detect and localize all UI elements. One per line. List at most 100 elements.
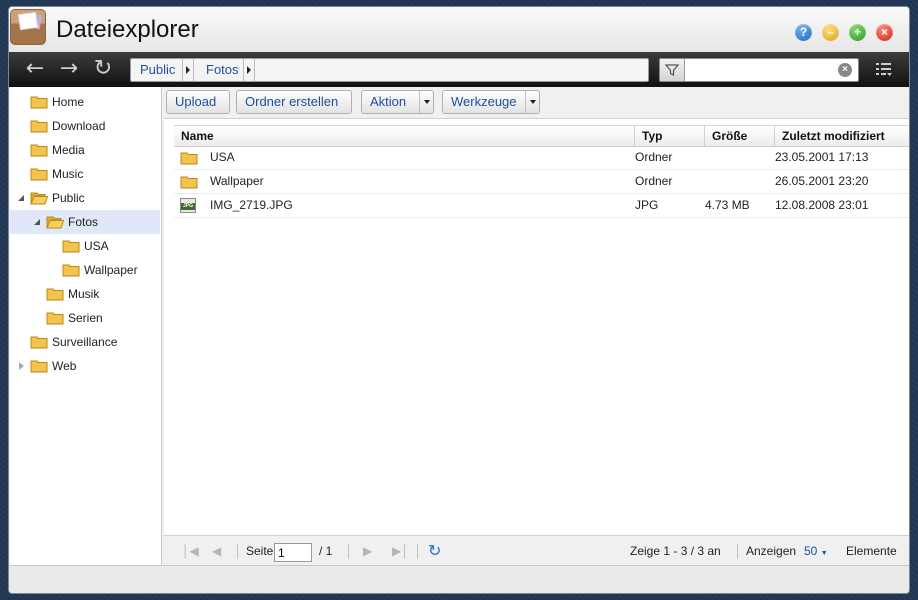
file-name: IMG_2719.JPG [210, 198, 293, 212]
tree-item-label: Fotos [68, 215, 99, 229]
status-bar [9, 565, 909, 593]
close-icon[interactable]: × [876, 24, 893, 41]
column-header-type[interactable]: Typ [635, 126, 705, 147]
tree-item-wallpaper[interactable]: Wallpaper [10, 258, 160, 282]
page-label: Seite [246, 544, 274, 558]
show-label: Anzeigen [746, 544, 797, 558]
next-page-icon[interactable]: ▶ [363, 536, 372, 566]
file-modified: 23.05.2001 17:13 [775, 150, 869, 164]
collapsed-arrow-icon[interactable] [19, 362, 24, 370]
refresh-icon[interactable]: ↻ [89, 56, 117, 82]
clear-search-icon[interactable]: × [838, 63, 852, 77]
minimize-icon[interactable]: – [822, 24, 839, 41]
open-folder-icon [30, 192, 48, 205]
search-input[interactable] [687, 60, 832, 80]
tree-item-fotos[interactable]: Fotos [10, 210, 160, 234]
divider [237, 544, 238, 559]
column-header-name[interactable]: Name [174, 126, 635, 147]
tree-item-media[interactable]: Media [10, 138, 160, 162]
back-arrow-icon[interactable]: ← [21, 56, 49, 82]
file-type: Ordner [635, 174, 673, 188]
jpg-file-icon: JPG [180, 198, 196, 213]
tree-item-public[interactable]: Public [10, 186, 160, 210]
tree-item-label: Media [52, 143, 85, 157]
divider [737, 544, 738, 559]
tree-item-musik[interactable]: Musik [10, 282, 160, 306]
action-menu-label: Aktion [370, 94, 407, 109]
paging-summary: Zeige 1 - 3 / 3 an [630, 544, 721, 558]
tree-item-music[interactable]: Music [10, 162, 160, 186]
last-page-icon[interactable]: ▶│ [392, 536, 409, 566]
tree-item-serien[interactable]: Serien [10, 306, 160, 330]
filter-icon[interactable] [660, 59, 685, 81]
maximize-icon[interactable]: + [849, 24, 866, 41]
tree-item-download[interactable]: Download [10, 114, 160, 138]
page-number-input[interactable] [274, 543, 312, 562]
refresh-list-icon[interactable]: ↻ [428, 536, 441, 566]
folder-icon [180, 152, 198, 165]
folder-icon [62, 264, 80, 277]
tools-menu-label: Werkzeuge [451, 94, 517, 109]
tree-item-label: Wallpaper [84, 263, 138, 277]
file-name: USA [210, 150, 235, 164]
file-name: Wallpaper [210, 174, 264, 188]
expanded-arrow-icon[interactable] [34, 219, 40, 225]
column-header-size[interactable]: Größe [705, 126, 775, 147]
tree-item-label: Public [52, 191, 85, 205]
previous-page-icon[interactable]: ◀ [212, 536, 221, 566]
help-icon[interactable]: ? [795, 24, 812, 41]
action-menu-button[interactable]: Aktion [361, 90, 434, 114]
breadcrumb-separator-icon[interactable] [182, 59, 194, 81]
divider [417, 544, 418, 559]
divider [348, 544, 349, 559]
tree-item-label: Musik [68, 287, 100, 301]
tree-item-label: USA [84, 239, 109, 253]
title-bar: Dateiexplorer ? – + × [9, 7, 909, 52]
column-header-modified[interactable]: Zuletzt modifiziert [775, 126, 909, 147]
breadcrumb-separator-icon[interactable] [243, 59, 255, 81]
folder-tree: Home Download Media Music Public Fotos U… [10, 87, 162, 565]
forward-arrow-icon[interactable]: → [55, 56, 83, 82]
file-explorer-window: Dateiexplorer ? – + × ← → ↻ Public Fotos… [8, 6, 910, 594]
breadcrumb-item-public[interactable]: Public [140, 59, 175, 81]
folder-icon [46, 288, 64, 301]
upload-button[interactable]: Upload [166, 90, 230, 114]
page-total: / 1 [319, 544, 333, 558]
table-row[interactable]: Wallpaper Ordner 26.05.2001 23:20 [174, 170, 909, 194]
file-size: 4.73 MB [705, 198, 750, 212]
dropdown-arrow-icon[interactable] [419, 91, 433, 113]
tree-item-label: Music [52, 167, 84, 181]
app-icon [10, 9, 46, 45]
first-page-icon[interactable]: │◀ [182, 536, 199, 566]
folder-icon [30, 120, 48, 133]
view-options-icon[interactable] [875, 61, 893, 79]
items-label: Elemente [846, 544, 897, 558]
window-title: Dateiexplorer [56, 16, 199, 43]
tree-item-label: Serien [68, 311, 103, 325]
action-bar: Upload Ordner erstellen Aktion Werkzeuge [164, 87, 909, 119]
folder-icon [62, 240, 80, 253]
dropdown-arrow-icon[interactable] [525, 91, 539, 113]
folder-icon [30, 144, 48, 157]
search-box: × [659, 58, 859, 82]
create-folder-button[interactable]: Ordner erstellen [236, 90, 352, 114]
expanded-arrow-icon[interactable] [18, 195, 24, 201]
tree-item-surveillance[interactable]: Surveillance [10, 330, 160, 354]
file-type: Ordner [635, 150, 673, 164]
table-row[interactable]: USA Ordner 23.05.2001 17:13 [174, 146, 909, 170]
file-modified: 26.05.2001 23:20 [775, 174, 869, 188]
pagination-bar: │◀ ◀ Seite / 1 ▶ ▶│ ↻ Zeige 1 - 3 / 3 an… [164, 535, 909, 565]
tree-item-label: Web [52, 359, 77, 373]
tree-item-home[interactable]: Home [10, 90, 160, 114]
folder-icon [30, 96, 48, 109]
items-per-page-select[interactable]: 50 ▼ [804, 536, 828, 566]
navigation-toolbar: ← → ↻ Public Fotos × [9, 52, 909, 87]
tree-item-web[interactable]: Web [10, 354, 160, 378]
tree-item-usa[interactable]: USA [10, 234, 160, 258]
tree-item-label: Surveillance [52, 335, 118, 349]
breadcrumb-item-fotos[interactable]: Fotos [206, 59, 239, 81]
tools-menu-button[interactable]: Werkzeuge [442, 90, 540, 114]
table-row[interactable]: JPG IMG_2719.JPG JPG 4.73 MB 12.08.2008 … [174, 194, 909, 218]
folder-icon [46, 312, 64, 325]
tree-item-label: Download [52, 119, 106, 133]
